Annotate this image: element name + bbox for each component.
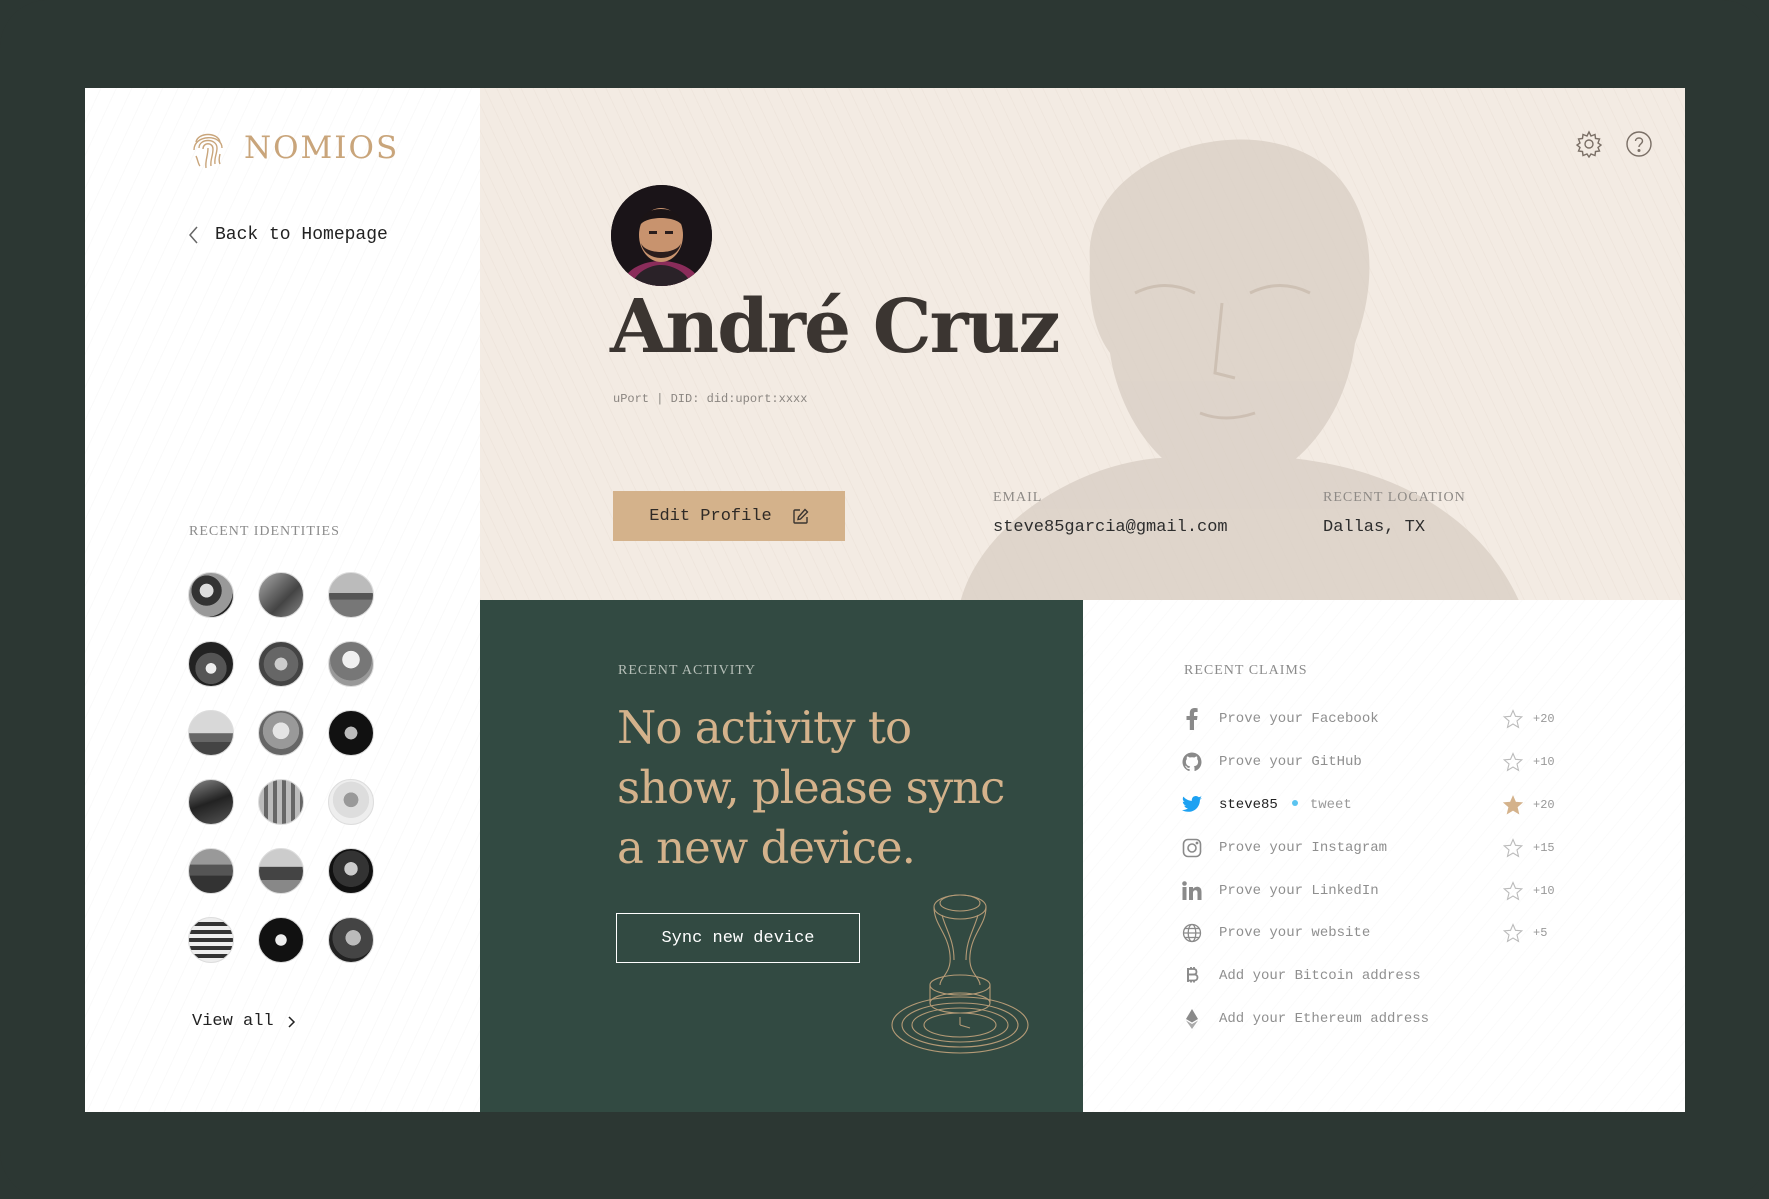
- brand-name: NOMIOS: [244, 130, 400, 166]
- profile-avatar[interactable]: [611, 185, 712, 286]
- star-outline-icon: [1503, 752, 1523, 772]
- edit-profile-button[interactable]: Edit Profile: [613, 491, 845, 541]
- fingerprint-icon: [193, 133, 223, 169]
- profile-name: André Cruz: [610, 284, 1060, 370]
- location-block: RECENT LOCATION Dallas, TX: [1323, 490, 1466, 537]
- location-label: RECENT LOCATION: [1323, 490, 1466, 505]
- claim-website[interactable]: Prove your website +5: [1181, 912, 1561, 955]
- recent-activity-heading: RECENT ACTIVITY: [618, 663, 757, 678]
- email-label: EMAIL: [993, 490, 1043, 505]
- identity-avatar[interactable]: [188, 779, 234, 825]
- activity-empty-message: No activity to show, please sync a new d…: [617, 701, 1005, 874]
- identity-avatar[interactable]: [188, 710, 234, 756]
- globe-icon: [1181, 922, 1203, 944]
- instagram-icon: [1181, 837, 1203, 859]
- identity-avatar[interactable]: [188, 572, 234, 618]
- header-actions: [1575, 130, 1653, 158]
- recent-claims-heading: RECENT CLAIMS: [1184, 663, 1308, 678]
- app-window: NOMIOS Back to Homepage RECENT IDENTITIE…: [85, 88, 1685, 1112]
- recent-claims-panel: RECENT CLAIMS Prove your Facebook +20 Pr…: [1083, 600, 1685, 1112]
- sync-device-label: Sync new device: [661, 928, 815, 948]
- claims-list: Prove your Facebook +20 Prove your GitHu…: [1181, 698, 1561, 1040]
- facebook-icon: [1181, 708, 1203, 731]
- twitter-tweet-link[interactable]: tweet: [1310, 797, 1352, 813]
- star-outline-icon: [1503, 837, 1523, 858]
- identity-avatar[interactable]: [328, 641, 374, 687]
- claim-points: +20: [1533, 797, 1555, 812]
- identity-avatar[interactable]: [328, 572, 374, 618]
- chevron-left-icon: [189, 226, 198, 244]
- profile-header: André Cruz uPort | DID: did:uport:xxxx E…: [480, 88, 1685, 600]
- claim-ethereum[interactable]: Add your Ethereum address: [1181, 998, 1561, 1041]
- claim-twitter[interactable]: steve85 tweet +20: [1181, 784, 1561, 827]
- identity-avatar[interactable]: [188, 917, 234, 963]
- identity-avatar[interactable]: [258, 779, 304, 825]
- star-outline-icon: [1503, 880, 1523, 901]
- claim-points: +5: [1533, 926, 1548, 941]
- stamp-illustration: [891, 894, 1029, 1054]
- identity-avatar[interactable]: [258, 848, 304, 894]
- claim-points: +10: [1533, 883, 1555, 898]
- chevron-right-icon: [288, 1015, 295, 1028]
- identity-avatar[interactable]: [258, 917, 304, 963]
- recent-activity-panel: RECENT ACTIVITY No activity to show, ple…: [480, 600, 1083, 1112]
- edit-icon: [793, 507, 809, 524]
- claim-points: +20: [1533, 712, 1555, 727]
- claim-label: Prove your Instagram: [1219, 839, 1388, 856]
- profile-photo: [611, 185, 712, 286]
- ethereum-icon: [1181, 1008, 1203, 1030]
- email-value: steve85garcia@gmail.com: [993, 518, 1228, 537]
- device-frame: NOMIOS Back to Homepage RECENT IDENTITIE…: [0, 0, 1769, 1199]
- identity-avatar[interactable]: [328, 917, 374, 963]
- claim-label: Prove your website: [1219, 925, 1371, 942]
- edit-profile-label: Edit Profile: [649, 506, 772, 526]
- help-icon[interactable]: [1625, 130, 1653, 158]
- bitcoin-icon: [1181, 965, 1203, 987]
- linkedin-icon: [1181, 880, 1203, 902]
- twitter-handle: steve85: [1219, 796, 1278, 813]
- claim-points: +15: [1533, 840, 1555, 855]
- claim-twitter-text: steve85 tweet: [1219, 797, 1503, 813]
- identity-avatar[interactable]: [188, 848, 234, 894]
- identity-avatar[interactable]: [258, 641, 304, 687]
- claim-bitcoin[interactable]: Add your Bitcoin address: [1181, 955, 1561, 998]
- claim-label: Add your Bitcoin address: [1219, 968, 1421, 985]
- gear-icon[interactable]: [1575, 130, 1603, 158]
- claim-points: +10: [1533, 755, 1555, 770]
- location-value: Dallas, TX: [1323, 518, 1426, 537]
- identity-grid: [188, 572, 388, 963]
- logo[interactable]: NOMIOS: [190, 126, 399, 170]
- identity-avatar[interactable]: [328, 710, 374, 756]
- claim-label: Add your Ethereum address: [1219, 1010, 1430, 1027]
- recent-identities-heading: RECENT IDENTITIES: [189, 524, 340, 539]
- claim-label: Prove your Facebook: [1219, 711, 1379, 728]
- claim-linkedin[interactable]: Prove your LinkedIn +10: [1181, 869, 1561, 912]
- identity-avatar[interactable]: [188, 641, 234, 687]
- sidebar: NOMIOS Back to Homepage RECENT IDENTITIE…: [85, 88, 480, 1112]
- claim-github[interactable]: Prove your GitHub +10: [1181, 741, 1561, 784]
- back-link-label: Back to Homepage: [215, 225, 388, 245]
- profile-did: uPort | DID: did:uport:xxxx: [613, 392, 808, 406]
- back-to-homepage-link[interactable]: Back to Homepage: [185, 224, 388, 246]
- claim-label: Prove your GitHub: [1219, 754, 1362, 771]
- github-icon: [1181, 751, 1203, 773]
- identity-avatar[interactable]: [328, 848, 374, 894]
- separator-dot: [1291, 799, 1298, 806]
- twitter-icon: [1181, 794, 1203, 816]
- claim-instagram[interactable]: Prove your Instagram +15: [1181, 826, 1561, 869]
- star-outline-icon: [1503, 923, 1523, 943]
- star-filled-icon: [1503, 795, 1523, 815]
- view-all-label: View all: [192, 1012, 274, 1031]
- email-block: EMAIL steve85garcia@gmail.com: [993, 490, 1228, 537]
- identity-avatar[interactable]: [258, 572, 304, 618]
- star-outline-icon: [1503, 709, 1523, 729]
- sync-device-button[interactable]: Sync new device: [616, 913, 860, 963]
- view-all-link[interactable]: View all: [192, 1012, 296, 1031]
- identity-avatar[interactable]: [328, 779, 374, 825]
- claim-label: Prove your LinkedIn: [1219, 882, 1379, 899]
- claim-facebook[interactable]: Prove your Facebook +20: [1181, 698, 1561, 741]
- identity-avatar[interactable]: [258, 710, 304, 756]
